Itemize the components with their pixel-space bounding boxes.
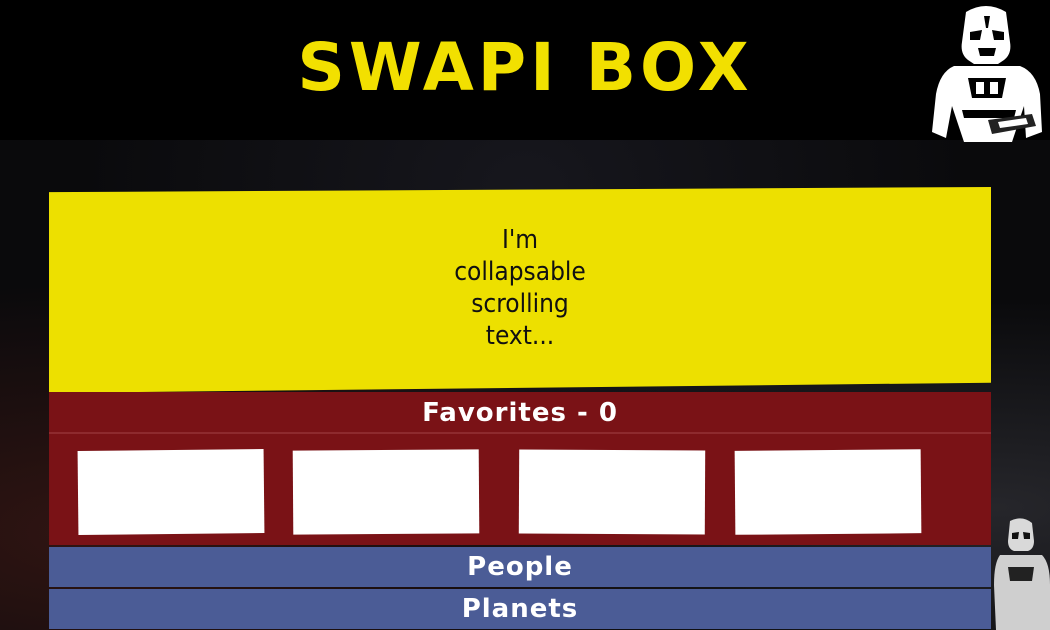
favorite-card-slot[interactable] (734, 449, 922, 535)
crawl-line: I'm (501, 225, 539, 255)
stormtrooper-side-icon (994, 518, 1050, 630)
favorite-card-slot[interactable] (292, 449, 480, 535)
opening-crawl-panel[interactable]: I'm collapsable scrolling text... (49, 187, 991, 393)
crawl-line: text... (485, 321, 555, 351)
favorites-section: Favorites - 0 (49, 392, 991, 545)
favorites-header[interactable]: Favorites - 0 (49, 392, 991, 434)
favorite-card-slot[interactable] (77, 449, 265, 535)
app-title: SWAPI BOX (297, 29, 753, 106)
crawl-line: scrolling (471, 289, 569, 319)
favorite-card-slot[interactable] (518, 449, 706, 535)
tab-people[interactable]: People (49, 547, 991, 587)
opening-crawl-text: I'm collapsable scrolling text... (49, 224, 991, 352)
tab-planets[interactable]: Planets (49, 589, 991, 629)
crawl-line: collapsable (454, 257, 586, 287)
stormtrooper-icon (932, 6, 1042, 142)
